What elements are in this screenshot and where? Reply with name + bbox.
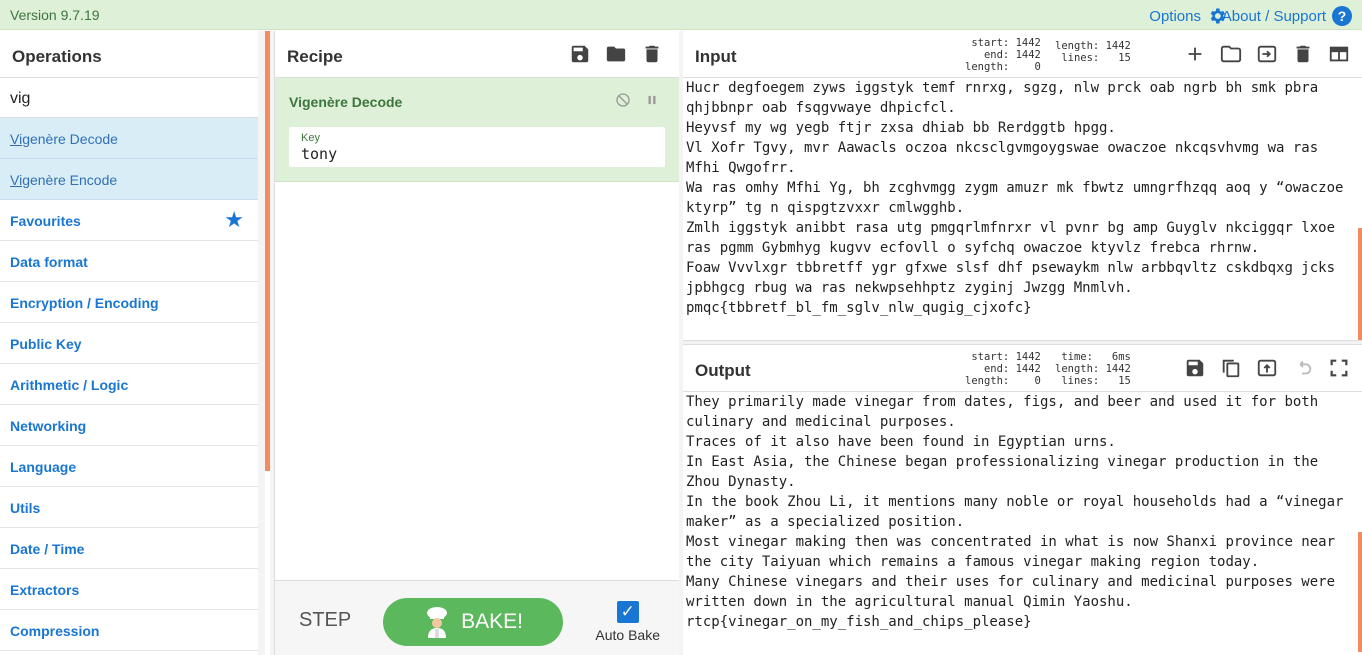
trash-icon[interactable] <box>1292 43 1314 65</box>
recipe-header: Recipe <box>275 31 679 78</box>
operations-title: Operations <box>0 31 258 78</box>
options-link[interactable]: Options <box>1149 6 1227 26</box>
bake-button[interactable]: BAKE! <box>383 598 563 646</box>
plus-icon[interactable] <box>1184 43 1206 65</box>
step-button[interactable]: STEP <box>299 609 351 632</box>
pause-icon[interactable] <box>645 92 659 108</box>
search-match: Vig <box>10 172 30 188</box>
category-favourites[interactable]: Favourites ★ <box>0 200 258 241</box>
category-extractors[interactable]: Extractors <box>0 569 258 610</box>
trash-icon[interactable] <box>641 43 663 65</box>
output-title: Output <box>695 361 751 380</box>
operations-panel: Operations vig Vigenère Decode Vigenère … <box>0 31 258 655</box>
input-selection-stats: start: 1442 end: 1442 length: 0 <box>965 37 1041 73</box>
output-header: Output start: 1442 end: 1442 length: 0 t… <box>683 345 1362 392</box>
auto-bake-toggle[interactable]: ✓ Auto Bake <box>595 601 660 643</box>
category-data-format[interactable]: Data format <box>0 241 258 282</box>
input-text[interactable]: Hucr degfoegem zyws iggstyk temf rnrxg, … <box>683 78 1362 318</box>
search-result-vigenere-encode[interactable]: Vigenère Encode <box>0 159 258 200</box>
copy-icon[interactable] <box>1220 357 1242 379</box>
category-compression[interactable]: Compression <box>0 610 258 651</box>
save-icon[interactable] <box>1184 357 1206 379</box>
key-label: Key <box>301 132 320 144</box>
output-textarea[interactable]: They primarily made vinegar from dates, … <box>683 392 1362 652</box>
folder-icon[interactable] <box>605 43 627 65</box>
recipe-title: Recipe <box>287 47 343 66</box>
category-encryption-encoding[interactable]: Encryption / Encoding <box>0 282 258 323</box>
output-scroll-indicator <box>1358 532 1362 652</box>
input-header: Input start: 1442 end: 1442 length: 0 le… <box>683 31 1362 78</box>
help-icon: ? <box>1332 6 1352 26</box>
options-label: Options <box>1149 7 1201 25</box>
category-networking[interactable]: Networking <box>0 405 258 446</box>
search-result-rest: enère Decode <box>29 131 118 147</box>
recipe-panel: Recipe Vigenère Decode Key tony STEP BAK… <box>274 31 680 655</box>
category-arithmetic-logic[interactable]: Arithmetic / Logic <box>0 364 258 405</box>
save-icon[interactable] <box>569 43 591 65</box>
category-public-key[interactable]: Public Key <box>0 323 258 364</box>
output-selection-stats: start: 1442 end: 1442 length: 0 <box>965 351 1041 387</box>
category-utils[interactable]: Utils <box>0 487 258 528</box>
operations-search-input[interactable]: vig <box>0 78 258 118</box>
category-date-time[interactable]: Date / Time <box>0 528 258 569</box>
file-in-icon[interactable] <box>1256 43 1278 65</box>
input-scroll-indicator <box>1358 228 1362 340</box>
bake-label: BAKE! <box>461 610 523 633</box>
disable-icon[interactable] <box>615 92 631 108</box>
resize-gutter[interactable] <box>258 31 265 655</box>
auto-bake-checkbox[interactable]: ✓ <box>616 601 639 623</box>
search-result-rest: enère Encode <box>29 172 118 188</box>
category-language[interactable]: Language <box>0 446 258 487</box>
chef-icon <box>427 607 448 638</box>
input-length-stats: length: 1442 lines: 15 <box>1055 40 1131 64</box>
about-link[interactable]: About / Support ? <box>1222 6 1352 26</box>
category-label: Favourites <box>10 213 81 229</box>
layout-icon[interactable] <box>1328 43 1350 65</box>
search-result-vigenere-decode[interactable]: Vigenère Decode <box>0 118 258 159</box>
operation-name: Vigenère Decode <box>289 94 403 110</box>
replace-input-icon[interactable] <box>1256 357 1278 379</box>
folder-icon[interactable] <box>1220 43 1242 65</box>
output-text[interactable]: They primarily made vinegar from dates, … <box>683 392 1362 632</box>
undo-icon[interactable] <box>1292 357 1314 379</box>
maximize-icon[interactable] <box>1328 357 1350 379</box>
input-title: Input <box>695 47 737 66</box>
top-banner: Version 9.7.19 Options About / Support ? <box>0 0 1362 30</box>
search-match: Vig <box>10 131 30 147</box>
input-textarea[interactable]: Hucr degfoegem zyws iggstyk temf rnrxg, … <box>683 78 1362 340</box>
key-input[interactable]: tony <box>301 145 653 163</box>
bake-area: STEP BAKE! ✓ Auto Bake <box>275 580 680 655</box>
auto-bake-label: Auto Bake <box>595 627 660 643</box>
recipe-operation-vigenere-decode[interactable]: Vigenère Decode Key tony <box>275 78 679 182</box>
about-label: About / Support <box>1221 7 1326 25</box>
star-icon: ★ <box>224 207 244 232</box>
output-length-stats: time: 6ms length: 1442 lines: 15 <box>1055 351 1131 387</box>
version-label: Version 9.7.19 <box>10 7 100 23</box>
io-panel: Input start: 1442 end: 1442 length: 0 le… <box>683 31 1362 652</box>
key-field[interactable]: Key tony <box>289 127 665 167</box>
